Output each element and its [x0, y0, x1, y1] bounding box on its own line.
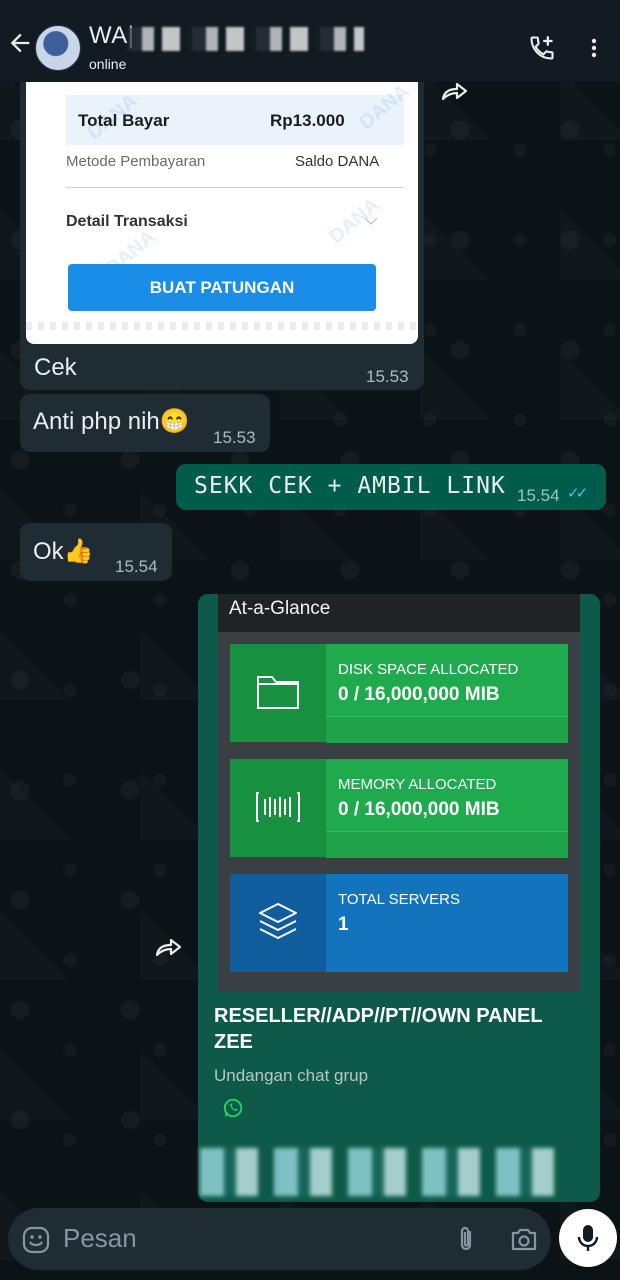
chat-header: WA| online [0, 0, 620, 82]
panel-icon-box [230, 759, 326, 857]
paperclip-icon[interactable] [455, 1225, 477, 1253]
panel-info: TOTAL SERVERS 1 [326, 874, 568, 972]
message-text: Cek [34, 354, 77, 381]
disk-space-panel: DISK SPACE ALLOCATED 0 / 16,000,000 MIB [230, 644, 568, 743]
panel-value: 0 / 16,000,000 MIB [338, 799, 500, 820]
barcode-icon [256, 792, 300, 822]
avatar[interactable] [35, 25, 81, 71]
chevron-down-icon [364, 217, 378, 226]
group-invite-subtitle: Undangan chat grup [214, 1066, 369, 1085]
total-label: Total Bayar [78, 111, 170, 130]
add-call-icon[interactable] [528, 34, 556, 62]
forward-icon[interactable] [440, 80, 470, 102]
more-options-icon[interactable] [582, 36, 606, 60]
contact-status: online [89, 56, 127, 72]
back-arrow-icon[interactable] [6, 29, 34, 57]
layers-icon [259, 903, 297, 939]
message-time: 15.54 [115, 557, 158, 576]
receipt-edge [26, 322, 418, 330]
panel-info: MEMORY ALLOCATED 0 / 16,000,000 MIB [326, 759, 568, 858]
emoji-icon[interactable] [22, 1226, 50, 1254]
panel-value: 0 / 16,000,000 MIB [338, 684, 500, 705]
camera-icon[interactable] [510, 1226, 538, 1252]
panel-label: MEMORY ALLOCATED [338, 776, 497, 793]
panel-label: TOTAL SERVERS [338, 891, 460, 908]
voice-message-button[interactable] [559, 1209, 617, 1267]
panel-icon-box [230, 644, 326, 742]
memory-panel: MEMORY ALLOCATED 0 / 16,000,000 MIB [230, 759, 568, 858]
panel-progress-bar [326, 831, 568, 858]
total-value: Rp13.000 [270, 111, 345, 130]
read-receipt-icon: ✓✓ [567, 485, 588, 502]
group-name[interactable]: RESELLER//ADP//PT//OWN PANEL ZEE [214, 1003, 574, 1055]
at-a-glance-image[interactable]: At-a-Glance DISK SPACE ALLOCATED 0 / 16,… [218, 594, 580, 992]
whatsapp-icon [223, 1098, 243, 1118]
redacted-link [200, 1148, 560, 1196]
method-label: Metode Pembayaran [66, 153, 206, 170]
panel-label: DISK SPACE ALLOCATED [338, 661, 519, 678]
glance-header: At-a-Glance [218, 594, 580, 632]
glance-title: At-a-Glance [229, 598, 331, 619]
panel-progress-bar [326, 716, 568, 743]
method-value: Saldo DANA [295, 153, 380, 170]
forward-icon[interactable] [154, 936, 184, 958]
panel-icon-box [230, 874, 326, 972]
message-input-placeholder[interactable]: Pesan [63, 1223, 137, 1254]
message-time: 15.53 [366, 367, 409, 386]
dana-receipt-image[interactable]: DANA DANA DANA DANA Total Bayar Rp13.000… [26, 82, 418, 344]
panel-value: 1 [338, 914, 349, 935]
microphone-icon [577, 1225, 599, 1251]
buat-patungan-button: BUAT PATUNGAN [68, 264, 376, 311]
servers-panel: TOTAL SERVERS 1 [230, 874, 568, 972]
message-text: SEKK CEK + AMBIL LINK [194, 473, 506, 499]
message-time: 15.54 [517, 486, 560, 505]
folder-icon [257, 676, 299, 709]
divider [66, 187, 404, 188]
message-time: 15.53 [213, 428, 256, 447]
detail-label: Detail Transaksi [66, 213, 188, 230]
message-text: Anti php nih😁 [33, 408, 190, 435]
panel-info: DISK SPACE ALLOCATED 0 / 16,000,000 MIB [326, 644, 568, 743]
redacted-name [128, 27, 364, 51]
message-text: Ok👍 [33, 538, 94, 565]
